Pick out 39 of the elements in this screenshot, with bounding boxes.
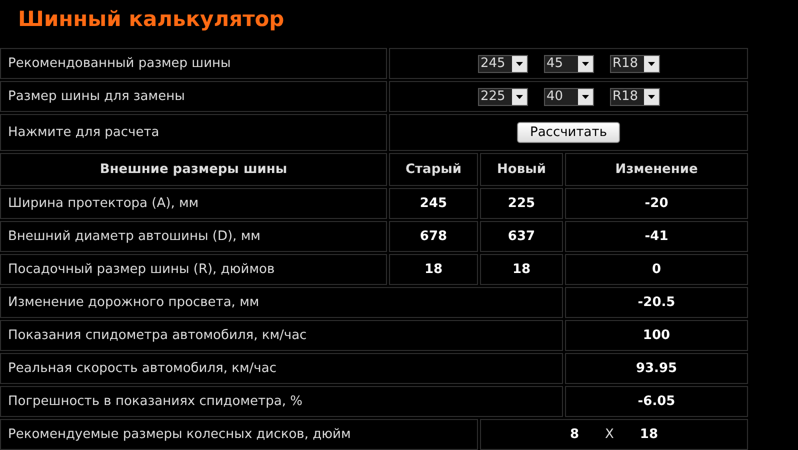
column-header: Новый xyxy=(497,162,546,177)
size-dropdown[interactable]: R18 xyxy=(610,88,660,106)
row-label: Рекомендованный размер шины xyxy=(8,56,231,71)
row-label: Ширина протектора (A), мм xyxy=(8,196,199,211)
row-label: Посадочный размер шины (R), дюймов xyxy=(8,262,275,277)
size-dropdown[interactable]: 245 xyxy=(478,54,528,72)
row-label: Внешний диаметр автошины (D), мм xyxy=(8,229,260,244)
result-value: 100 xyxy=(642,328,670,343)
table-value: 678 xyxy=(420,229,448,244)
page-title: Шинный калькулятор xyxy=(17,6,286,33)
table-value: 225 xyxy=(508,196,536,211)
table-value: 0 xyxy=(652,262,662,277)
column-header: Изменение xyxy=(615,162,698,177)
size-dropdown[interactable]: 225 xyxy=(478,88,528,106)
row-label: Рекомендуемые размеры колесных дисков, дюйм xyxy=(8,427,351,442)
row-label: Погрешность в показаниях спидометра, % xyxy=(8,394,302,409)
size-dropdown[interactable]: 45 xyxy=(544,54,594,72)
size-dropdown[interactable]: R18 xyxy=(610,54,660,72)
table-value: -20 xyxy=(644,196,668,211)
row-label: Размер шины для замены xyxy=(8,89,185,104)
table-value: 245 xyxy=(420,196,448,211)
row-label: Реальная скорость автомобиля, км/час xyxy=(8,361,276,376)
result-value: -6.05 xyxy=(638,394,676,409)
table-value: 18 xyxy=(512,262,531,277)
calculate-button[interactable]: Рассчитать xyxy=(516,122,620,143)
row-label: Показания спидометра автомобиля, км/час xyxy=(8,328,307,343)
column-header: Внешние размеры шины xyxy=(100,162,288,177)
table-value: 18 xyxy=(424,262,443,277)
result-value: 93.95 xyxy=(636,361,678,376)
column-header: Старый xyxy=(405,162,462,177)
result-value: -20.5 xyxy=(638,295,676,310)
times-sign: X xyxy=(605,427,614,442)
row-label: Нажмите для расчета xyxy=(8,125,160,140)
size-dropdown[interactable]: 40 xyxy=(544,88,594,106)
rim-width-value: 8 xyxy=(570,427,580,442)
table-value: 637 xyxy=(508,229,536,244)
table-value: -41 xyxy=(644,229,668,244)
row-label: Изменение дорожного просвета, мм xyxy=(8,295,260,310)
rim-diameter-value: 18 xyxy=(640,427,658,442)
